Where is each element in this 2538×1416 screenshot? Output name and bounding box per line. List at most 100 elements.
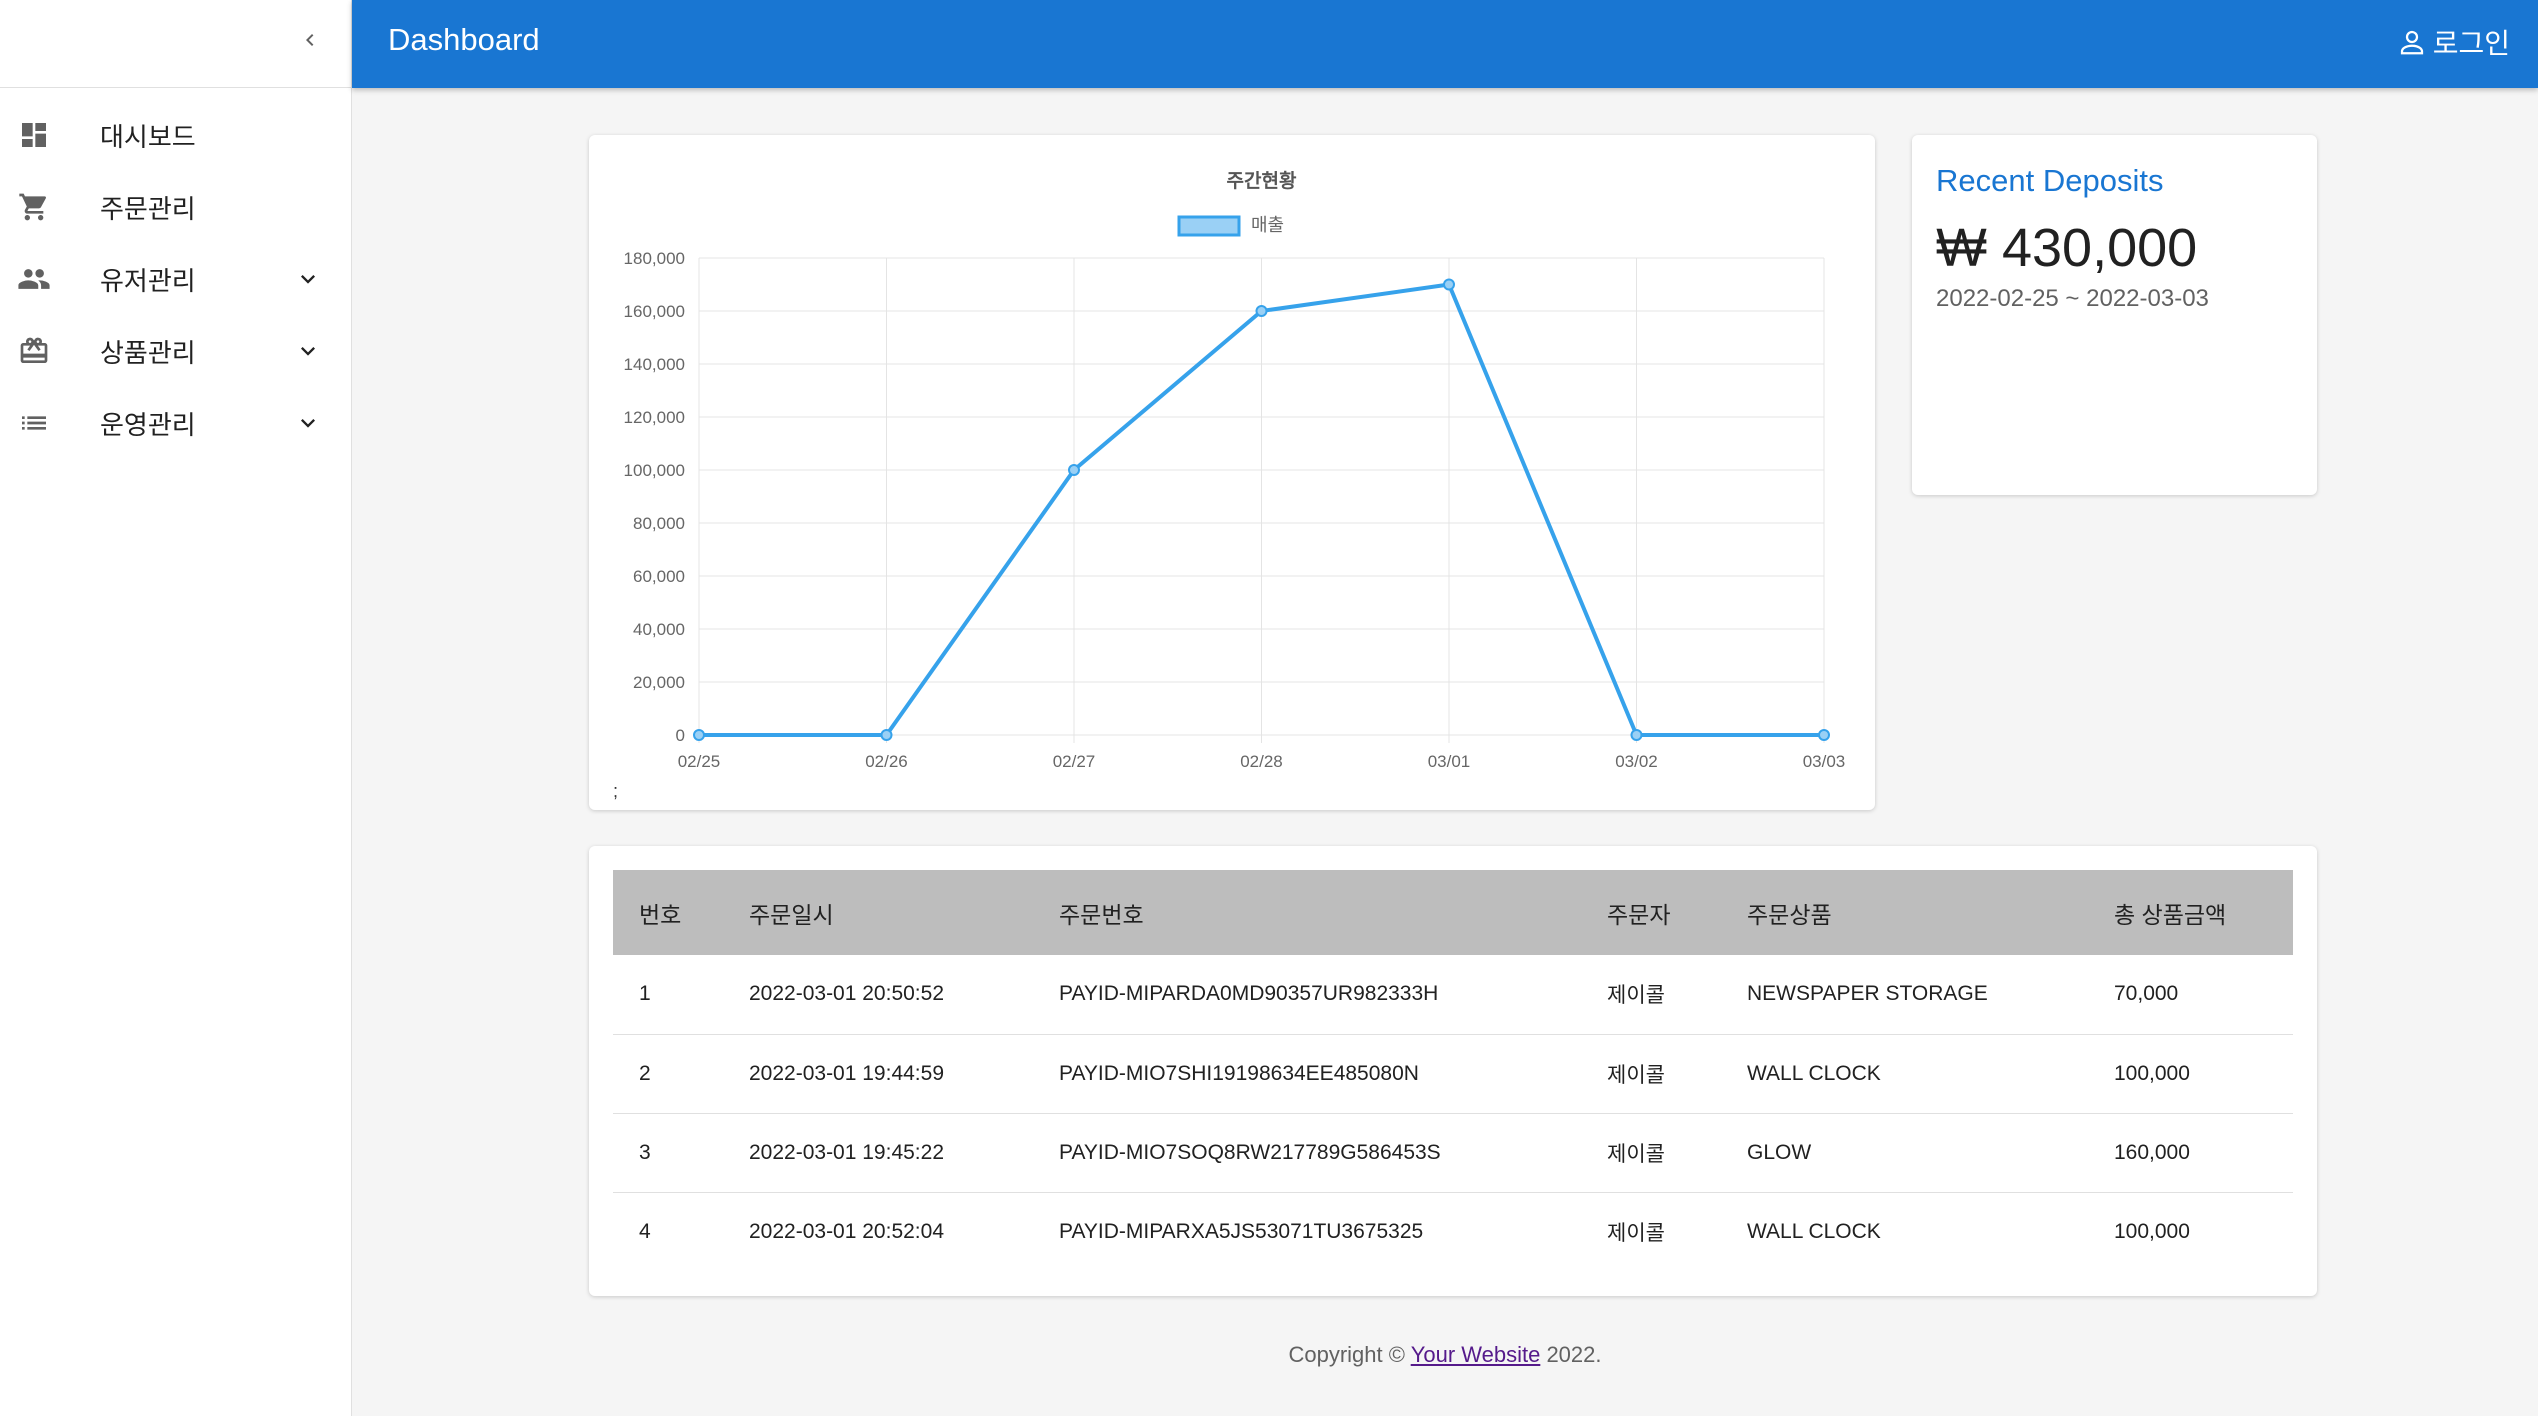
cell-customer: 제이콜 bbox=[1581, 1034, 1721, 1114]
cell-product: WALL CLOCK bbox=[1747, 1219, 1881, 1243]
sidebar: 대시보드 주문관리 유저관리 상품관리 운영관리 bbox=[0, 0, 352, 1416]
cell-total: 70,000 bbox=[2088, 955, 2293, 1035]
y-tick-label: 60,000 bbox=[633, 567, 685, 586]
data-point bbox=[1255, 305, 1268, 317]
redeem-icon bbox=[16, 333, 52, 369]
cell-order-id: PAYID-MIPARXA5JS53071TU3675325 bbox=[1059, 1219, 1424, 1243]
chevron-down-icon bbox=[292, 407, 324, 439]
x-tick-label: 03/03 bbox=[1803, 752, 1846, 771]
sidebar-header bbox=[0, 0, 351, 88]
chevron-down-icon bbox=[292, 335, 324, 367]
y-tick-label: 80,000 bbox=[633, 514, 685, 533]
cell-order-date: 2022-03-01 20:50:52 bbox=[723, 955, 1033, 1035]
cell-customer: 제이콜 bbox=[1607, 1221, 1665, 1245]
x-tick-label: 02/28 bbox=[1240, 752, 1283, 771]
x-tick-label: 02/26 bbox=[865, 752, 908, 771]
page-title: Dashboard bbox=[388, 22, 540, 57]
website-link[interactable]: Your Website bbox=[1411, 1342, 1541, 1367]
weekly-chart-card: 주간현황매출 0 20,000 40,000 60,000 80,000 100,000 12… bbox=[589, 135, 1875, 810]
y-tick-label: 40,000 bbox=[633, 620, 685, 639]
table-row[interactable]: 2 2022-03-01 19:44:59 PAYID-MIO7SHI19198… bbox=[613, 1034, 2293, 1114]
column-header: 총 상품금액 bbox=[2114, 901, 2227, 928]
y-tick-label: 120,000 bbox=[624, 408, 685, 427]
cell-number: 2 bbox=[613, 1034, 723, 1114]
sidebar-item-label: 대시보드 bbox=[100, 121, 196, 152]
user-icon bbox=[2400, 30, 2423, 55]
sidebar-item-dashboard[interactable]: 대시보드 bbox=[0, 99, 352, 171]
sidebar-item-label: 상품관리 bbox=[100, 337, 196, 368]
collapse-sidebar-button[interactable] bbox=[290, 20, 330, 60]
app-bar: Dashboard 로그인 bbox=[352, 0, 2538, 88]
y-tick-label: 100,000 bbox=[624, 461, 685, 480]
column-header: 주문자 bbox=[1607, 901, 1671, 928]
cell-order-id: PAYID-MIO7SHI19198634EE485080N bbox=[1033, 1034, 1581, 1114]
x-tick-label: 02/25 bbox=[678, 752, 721, 771]
copyright-footer: Copyright © Your Website 2022. bbox=[352, 1342, 2538, 1368]
column-header: 주문번호 bbox=[1059, 901, 1144, 928]
data-point bbox=[1818, 729, 1830, 741]
cell-order-date: 2022-03-01 19:44:59 bbox=[723, 1034, 1033, 1114]
sidebar-item-label: 운영관리 bbox=[100, 409, 196, 440]
recent-deposits-card: Recent Deposits ₩ 430,000 2022-02-25 ~ 2… bbox=[1912, 135, 2317, 495]
cell-product: WALL CLOCK bbox=[1721, 1034, 2088, 1114]
y-tick-label: 160,000 bbox=[624, 302, 685, 321]
cell-order-id: PAYID-MIO7SOQ8RW217789G586453S bbox=[1033, 1113, 1581, 1193]
legend-label: 매출 bbox=[1251, 215, 1284, 235]
cell-total: 160,000 bbox=[2088, 1113, 2293, 1193]
y-tick-label: 140,000 bbox=[624, 355, 685, 374]
y-tick-label: 20,000 bbox=[633, 673, 685, 692]
chart-title: 주간현황 bbox=[1227, 169, 1297, 192]
column-header: 번호 bbox=[639, 901, 682, 928]
list-icon bbox=[16, 405, 52, 441]
sidebar-item-users[interactable]: 유저관리 bbox=[0, 243, 352, 315]
y-tick-label: 180,000 bbox=[624, 249, 685, 268]
copyright-prefix: Copyright © bbox=[1288, 1342, 1411, 1367]
chevron-down-icon bbox=[292, 263, 324, 295]
sidebar-item-orders[interactable]: 주문관리 bbox=[0, 171, 352, 243]
sidebar-item-label: 유저관리 bbox=[100, 265, 196, 296]
cell-order-id: PAYID-MIPARDA0MD90357UR982333H bbox=[1033, 955, 1581, 1035]
data-point bbox=[1443, 278, 1455, 291]
deposits-date-range: 2022-02-25 ~ 2022-03-03 bbox=[1936, 285, 2209, 312]
data-point bbox=[880, 729, 893, 741]
login-label: 로그인 bbox=[2432, 28, 2510, 59]
x-tick-label: 03/01 bbox=[1428, 752, 1471, 771]
sidebar-item-products[interactable]: 상품관리 bbox=[0, 315, 352, 387]
table-row[interactable]: 4 2022-03-01 20:52:04 PAYID-MIPARXA5JS53… bbox=[613, 1192, 2293, 1271]
orders-table-card: 번호 주문일시 주문번호 주문자 주문상품 총 상품금액 1 2022-03-0… bbox=[589, 846, 2317, 1296]
sidebar-item-label: 주문관리 bbox=[100, 193, 196, 224]
chevron-left-icon bbox=[306, 34, 314, 46]
weekly-line-chart: 주간현황매출 0 20,000 40,000 60,000 80,000 100,000 12… bbox=[624, 169, 1846, 771]
orders-table: 번호 주문일시 주문번호 주문자 주문상품 총 상품금액 1 2022-03-0… bbox=[613, 870, 2293, 1271]
cell-customer: 제이콜 bbox=[1581, 1113, 1721, 1193]
data-point bbox=[693, 729, 705, 741]
deposits-title: Recent Deposits bbox=[1936, 163, 2164, 198]
table-row[interactable]: 3 2022-03-01 19:45:22 PAYID-MIO7SOQ8RW21… bbox=[613, 1113, 2293, 1193]
sidebar-item-operations[interactable]: 운영관리 bbox=[0, 387, 352, 459]
cell-number: 1 bbox=[613, 955, 723, 1035]
cell-order-date: 2022-03-01 20:52:04 bbox=[749, 1219, 944, 1243]
cell-customer: 제이콜 bbox=[1581, 955, 1721, 1035]
cart-icon bbox=[16, 189, 52, 225]
legend-swatch bbox=[1177, 215, 1241, 237]
table-header-row: 번호 주문일시 주문번호 주문자 주문상품 총 상품금액 bbox=[613, 870, 2293, 955]
cell-product: NEWSPAPER STORAGE bbox=[1721, 955, 2088, 1035]
people-icon bbox=[16, 261, 52, 297]
chart-footer-text: ; bbox=[613, 781, 619, 801]
login-button[interactable]: 로그인 bbox=[2397, 20, 2510, 64]
cell-number: 3 bbox=[613, 1113, 723, 1193]
y-tick-label: 0 bbox=[676, 726, 685, 745]
x-tick-label: 02/27 bbox=[1053, 752, 1096, 771]
data-point bbox=[1630, 729, 1643, 741]
cell-number: 4 bbox=[639, 1219, 651, 1243]
table-row[interactable]: 1 2022-03-01 20:50:52 PAYID-MIPARDA0MD90… bbox=[613, 955, 2293, 1035]
cell-total: 100,000 bbox=[2114, 1219, 2190, 1243]
cell-product: GLOW bbox=[1721, 1113, 2088, 1193]
deposits-amount: ₩ 430,000 bbox=[1936, 218, 2198, 278]
column-header: 주문일시 bbox=[749, 901, 834, 928]
copyright-suffix: 2022. bbox=[1540, 1342, 1602, 1367]
cell-total: 100,000 bbox=[2088, 1034, 2293, 1114]
cell-order-date: 2022-03-01 19:45:22 bbox=[723, 1113, 1033, 1193]
data-point bbox=[1068, 464, 1080, 476]
dashboard-icon bbox=[16, 117, 52, 153]
